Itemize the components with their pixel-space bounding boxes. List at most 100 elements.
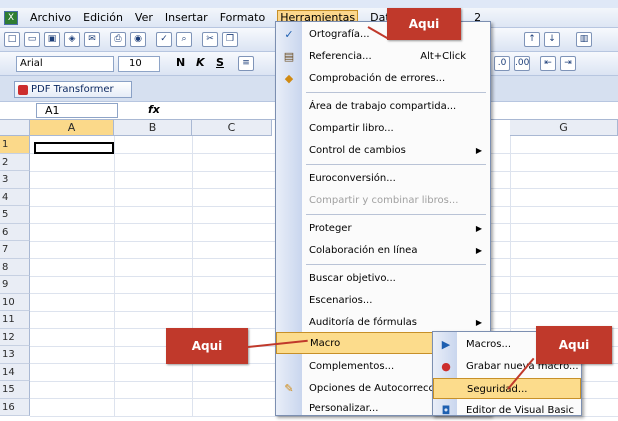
- menu-edicion[interactable]: Edición: [83, 11, 123, 24]
- column-header-b[interactable]: B: [114, 120, 192, 136]
- row-header[interactable]: 15: [0, 381, 30, 399]
- underline-button[interactable]: S: [216, 56, 224, 69]
- row-header[interactable]: 3: [0, 171, 30, 189]
- menu-ver[interactable]: Ver: [135, 11, 153, 24]
- menu-item-compartir-libro[interactable]: Compartir libro...: [276, 118, 490, 140]
- menu-item-control-cambios[interactable]: Control de cambios ▶: [276, 140, 490, 162]
- menu-separator: [306, 214, 486, 215]
- decrease-indent-icon[interactable]: ⇤: [540, 56, 556, 71]
- row-header[interactable]: 6: [0, 223, 30, 241]
- print-preview-icon[interactable]: ◉: [130, 32, 146, 47]
- row-header[interactable]: 5: [0, 206, 30, 224]
- cut-icon[interactable]: ✂: [202, 32, 218, 47]
- name-box[interactable]: A1: [36, 103, 118, 118]
- submenu-item-label: Macros...: [466, 339, 512, 350]
- title-strip: [0, 0, 618, 8]
- run-macro-icon: ▶: [441, 338, 451, 351]
- menu-item-label: Área de trabajo compartida...: [309, 101, 457, 112]
- row-header[interactable]: 12: [0, 328, 30, 346]
- row-header[interactable]: 16: [0, 398, 30, 416]
- column-header-a[interactable]: A: [30, 120, 114, 136]
- menu-item-label: Ortografía...: [309, 29, 370, 40]
- fx-icon[interactable]: fx: [148, 103, 160, 116]
- italic-button[interactable]: K: [196, 56, 205, 69]
- menu-item-label: Euroconversión...: [309, 173, 396, 184]
- menu-separator: [306, 92, 486, 93]
- record-icon: ●: [441, 360, 451, 373]
- sort-asc-icon[interactable]: ↑: [524, 32, 540, 47]
- menu-item-colaboracion[interactable]: Colaboración en línea ▶: [276, 240, 490, 262]
- row-header[interactable]: 8: [0, 258, 30, 276]
- menu-item-label: Buscar objetivo...: [309, 273, 396, 284]
- menu-separator: [306, 264, 486, 265]
- annotation-callout-macro: Aqui: [166, 328, 248, 364]
- spelling-icon[interactable]: ✓: [156, 32, 172, 47]
- menu-item-label: Control de cambios: [309, 145, 406, 156]
- menu-item-referencia[interactable]: ▤ Referencia... Alt+Click: [276, 46, 490, 68]
- row-header[interactable]: 10: [0, 293, 30, 311]
- row-header[interactable]: 7: [0, 241, 30, 259]
- shortcut-label: Alt+Click: [420, 51, 466, 62]
- menu-item-label: Compartir y combinar libros...: [309, 195, 459, 206]
- bold-button[interactable]: N: [176, 56, 185, 69]
- menu-item-label: Macro: [310, 338, 341, 349]
- menu-item-comprobacion-errores[interactable]: ◆ Comprobación de errores...: [276, 68, 490, 90]
- spelling-icon: ✓: [284, 28, 294, 41]
- menu-item-label: Personalizar...: [309, 403, 379, 414]
- submenu-arrow-icon: ▶: [475, 246, 482, 255]
- font-name-select[interactable]: Arial: [16, 56, 114, 72]
- submenu-arrow-icon: ▶: [475, 224, 482, 233]
- save-icon[interactable]: ▣: [44, 32, 60, 47]
- active-cell-a1[interactable]: [34, 142, 114, 154]
- email-icon[interactable]: ✉: [84, 32, 100, 47]
- research-icon[interactable]: ⌕: [176, 32, 192, 47]
- row-header[interactable]: 2: [0, 153, 30, 171]
- error-checking-icon: ◆: [284, 72, 294, 85]
- corner-select-all[interactable]: [0, 120, 30, 136]
- menu-item-label: Compartir libro...: [309, 123, 394, 134]
- annotation-callout-herramientas: Aqui: [387, 8, 461, 40]
- pdf-icon: [18, 85, 28, 95]
- menu-archivo[interactable]: Archivo: [30, 11, 71, 24]
- row-header[interactable]: 1: [0, 136, 30, 154]
- autocorrect-icon: ✎: [284, 382, 294, 395]
- permission-icon[interactable]: ◈: [64, 32, 80, 47]
- menu-item-compartir-combinar: Compartir y combinar libros...: [276, 190, 490, 212]
- menu-item-label: Complementos...: [309, 361, 395, 372]
- menu-item-label: Proteger: [309, 223, 352, 234]
- pdf-transformer-label: PDF Transformer: [31, 84, 114, 95]
- menu-item-area-trabajo[interactable]: Área de trabajo compartida...: [276, 96, 490, 118]
- font-size-select[interactable]: 10: [118, 56, 160, 72]
- row-header[interactable]: 13: [0, 346, 30, 364]
- menu-insertar[interactable]: Insertar: [165, 11, 208, 24]
- open-icon[interactable]: ▭: [24, 32, 40, 47]
- menu-item-label: Comprobación de errores...: [309, 73, 446, 84]
- column-header-g[interactable]: G: [510, 120, 618, 136]
- menu-item-proteger[interactable]: Proteger ▶: [276, 218, 490, 240]
- row-header[interactable]: 4: [0, 188, 30, 206]
- pdf-transformer-button[interactable]: PDF Transformer: [14, 81, 132, 98]
- submenu-item-label: Editor de Visual Basic: [466, 405, 574, 416]
- align-left-icon[interactable]: ≡: [238, 56, 254, 71]
- excel-app-icon[interactable]: X: [4, 10, 18, 25]
- row-header[interactable]: 11: [0, 311, 30, 329]
- increase-indent-icon[interactable]: ⇥: [560, 56, 576, 71]
- new-icon[interactable]: □: [4, 32, 20, 47]
- menu-item-escenarios[interactable]: Escenarios...: [276, 290, 490, 312]
- submenu-item-editor-vb[interactable]: ◘ Editor de Visual Basic: [433, 400, 581, 421]
- sort-desc-icon[interactable]: ↓: [544, 32, 560, 47]
- menu-item-label: Auditoría de fórmulas: [309, 317, 417, 328]
- row-header[interactable]: 14: [0, 363, 30, 381]
- increase-decimal-icon[interactable]: .00: [514, 56, 530, 71]
- chart-wizard-icon[interactable]: ▥: [576, 32, 592, 47]
- menu-item-buscar-objetivo[interactable]: Buscar objetivo...: [276, 268, 490, 290]
- column-header-c[interactable]: C: [192, 120, 272, 136]
- annotation-callout-seguridad: Aqui: [536, 326, 612, 364]
- print-icon[interactable]: ⎙: [110, 32, 126, 47]
- menu-item-euroconversion[interactable]: Euroconversión...: [276, 168, 490, 190]
- row-header[interactable]: 9: [0, 276, 30, 294]
- menu-formato[interactable]: Formato: [220, 11, 266, 24]
- submenu-arrow-icon: ▶: [475, 146, 482, 155]
- decrease-decimal-icon[interactable]: .0: [494, 56, 510, 71]
- copy-icon[interactable]: ❐: [222, 32, 238, 47]
